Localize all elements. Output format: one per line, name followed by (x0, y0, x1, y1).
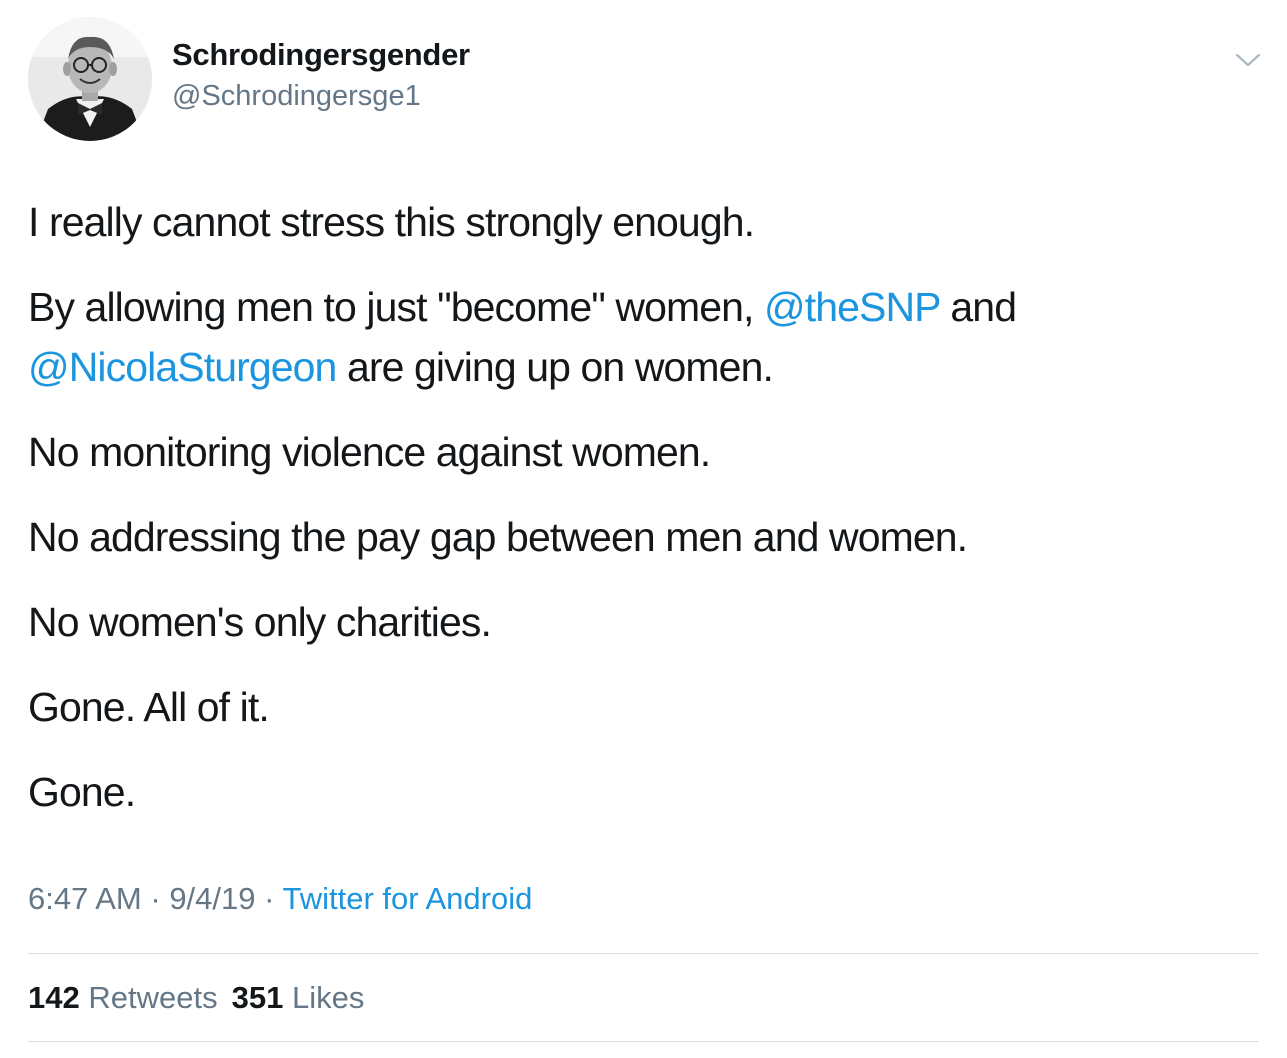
tweet-metadata: 6:47 AM · 9/4/19 · Twitter for Android (28, 878, 532, 920)
text-segment: and (939, 284, 1017, 330)
tweet-text: I really cannot stress this strongly eno… (28, 192, 1258, 847)
tweet-paragraph: By allowing men to just "become" women, … (28, 277, 1258, 397)
text-segment: are giving up on women. (336, 344, 774, 390)
retweets-count: 142 (28, 980, 80, 1015)
likes-stat[interactable]: 351 Likes (232, 980, 365, 1015)
retweets-stat[interactable]: 142 Retweets (28, 980, 218, 1015)
tweet-paragraph: No monitoring violence against women. (28, 429, 711, 475)
retweets-label: Retweets (88, 980, 218, 1015)
tweet-source-link[interactable]: Twitter for Android (283, 881, 533, 916)
mention-link[interactable]: @NicolaSturgeon (28, 344, 337, 390)
meta-separator: · (255, 881, 283, 916)
divider (28, 1041, 1259, 1042)
tweet-stats: 142 Retweets 351 Likes (28, 977, 364, 1019)
divider (28, 953, 1259, 954)
user-handle[interactable]: @Schrodingersge1 (172, 77, 470, 115)
tweet-time[interactable]: 6:47 AM (28, 881, 142, 916)
tweet-date[interactable]: 9/4/19 (169, 881, 255, 916)
display-name[interactable]: Schrodingersgender (172, 36, 470, 74)
tweet-paragraph: No addressing the pay gap between men an… (28, 514, 968, 560)
likes-label: Likes (291, 980, 365, 1015)
author-block[interactable]: Schrodingersgender @Schrodingersge1 (172, 36, 470, 115)
mention-link[interactable]: @theSNP (764, 284, 941, 330)
avatar-photo (28, 17, 152, 141)
tweet-paragraph: Gone. (28, 769, 136, 815)
tweet-paragraph: I really cannot stress this strongly eno… (28, 199, 755, 245)
tweet-paragraph: No women's only charities. (28, 599, 492, 645)
tweet-card: Schrodingersgender @Schrodingersge1 I re… (0, 0, 1287, 1058)
chevron-down-icon[interactable] (1234, 50, 1262, 70)
likes-count: 351 (231, 980, 284, 1015)
text-segment: By allowing men to just "become" women, (28, 284, 765, 330)
avatar[interactable] (28, 17, 152, 141)
tweet-paragraph: Gone. All of it. (28, 684, 270, 730)
meta-separator: · (141, 881, 170, 916)
